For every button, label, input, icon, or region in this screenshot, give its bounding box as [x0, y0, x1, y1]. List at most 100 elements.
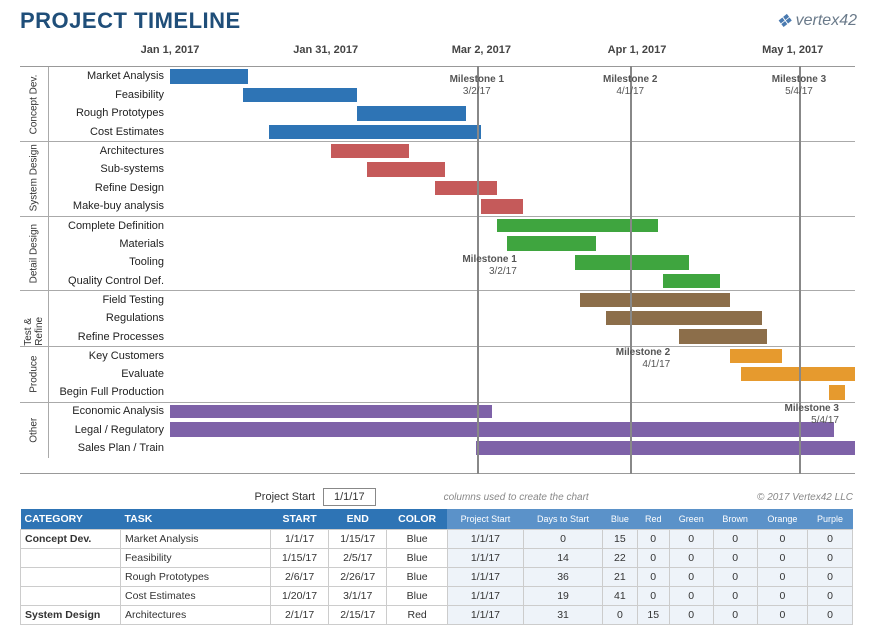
table-cell[interactable]: 0 — [807, 568, 852, 587]
milestone-line — [630, 66, 632, 474]
table-cell[interactable]: Concept Dev. — [21, 530, 121, 549]
task-row: Make-buy analysis — [20, 197, 855, 216]
table-cell[interactable]: Architectures — [121, 606, 271, 625]
table-cell[interactable]: Blue — [387, 549, 448, 568]
gantt-bar — [357, 106, 466, 121]
table-cell[interactable]: 0 — [807, 587, 852, 606]
table-cell[interactable] — [21, 549, 121, 568]
table-cell[interactable]: 19 — [523, 587, 602, 606]
table-subheader: Green — [669, 509, 713, 530]
table-cell[interactable]: Market Analysis — [121, 530, 271, 549]
table-cell[interactable]: 0 — [713, 530, 757, 549]
table-cell[interactable]: Blue — [387, 568, 448, 587]
table-cell[interactable]: Cost Estimates — [121, 587, 271, 606]
table-cell[interactable]: 0 — [713, 549, 757, 568]
table-cell[interactable]: 1/1/17 — [447, 606, 523, 625]
table-cell[interactable]: 1/1/17 — [447, 549, 523, 568]
gantt-bar — [741, 367, 855, 382]
table-cell[interactable]: 0 — [669, 530, 713, 549]
gantt-bar — [507, 236, 595, 251]
table-cell[interactable]: 2/5/17 — [329, 549, 387, 568]
table-cell[interactable]: 22 — [603, 549, 637, 568]
task-row: Sub-systems — [20, 160, 855, 179]
task-label: Refine Processes — [20, 331, 170, 343]
table-cell[interactable]: 0 — [757, 587, 807, 606]
milestone-label-inline: Milestone 35/4/17 — [759, 403, 839, 427]
table-cell[interactable] — [21, 568, 121, 587]
table-cell[interactable]: 14 — [523, 549, 602, 568]
table-cell[interactable]: 0 — [757, 530, 807, 549]
table-cell[interactable]: 2/6/17 — [271, 568, 329, 587]
task-label: Market Analysis — [20, 70, 170, 82]
table-cell[interactable]: 2/26/17 — [329, 568, 387, 587]
table-cell[interactable]: 1/1/17 — [271, 530, 329, 549]
table-cell[interactable]: 0 — [523, 530, 602, 549]
table-cell[interactable]: 1/1/17 — [447, 530, 523, 549]
table-cell[interactable]: 0 — [713, 587, 757, 606]
table-cell[interactable]: 1/1/17 — [447, 587, 523, 606]
table-cell[interactable]: 2/15/17 — [329, 606, 387, 625]
table-cell[interactable]: 41 — [603, 587, 637, 606]
gantt-bar — [829, 385, 845, 400]
table-cell[interactable]: 0 — [637, 530, 669, 549]
table-cell[interactable]: 1/15/17 — [271, 549, 329, 568]
table-cell[interactable]: 1/15/17 — [329, 530, 387, 549]
table-cell[interactable]: 0 — [757, 568, 807, 587]
table-cell[interactable]: 0 — [637, 587, 669, 606]
table-cell[interactable]: 0 — [669, 606, 713, 625]
table-cell[interactable]: 0 — [669, 549, 713, 568]
date-tick: Mar 2, 2017 — [452, 44, 511, 56]
logo-icon: ❖ — [775, 11, 791, 32]
table-cell[interactable]: System Design — [21, 606, 121, 625]
gantt-chart: Jan 1, 2017Jan 31, 2017Mar 2, 2017Apr 1,… — [20, 44, 865, 474]
table-cell[interactable]: 21 — [603, 568, 637, 587]
table-cell[interactable]: 15 — [637, 606, 669, 625]
table-subheader: Days to Start — [523, 509, 602, 530]
table-cell[interactable]: 0 — [637, 549, 669, 568]
table-cell[interactable]: 0 — [713, 568, 757, 587]
data-table: CATEGORYTASKSTARTENDCOLORProject StartDa… — [20, 509, 853, 625]
task-row: Market Analysis — [20, 67, 855, 86]
table-cell[interactable]: Blue — [387, 530, 448, 549]
table-subheader: Purple — [807, 509, 852, 530]
table-cell[interactable]: 3/1/17 — [329, 587, 387, 606]
gantt-bar — [679, 329, 767, 344]
table-cell[interactable] — [21, 587, 121, 606]
table-cell[interactable]: 0 — [807, 530, 852, 549]
table-header: START — [271, 509, 329, 530]
table-cell[interactable]: Feasibility — [121, 549, 271, 568]
gantt-bar — [269, 125, 482, 140]
table-cell[interactable]: Rough Prototypes — [121, 568, 271, 587]
table-cell[interactable]: Red — [387, 606, 448, 625]
table-cell[interactable]: 36 — [523, 568, 602, 587]
table-cell[interactable]: 0 — [807, 549, 852, 568]
table-cell[interactable]: 0 — [603, 606, 637, 625]
table-cell[interactable]: 0 — [669, 587, 713, 606]
table-cell[interactable]: 0 — [713, 606, 757, 625]
table-cell[interactable]: 0 — [669, 568, 713, 587]
gantt-bar — [243, 88, 357, 103]
table-cell[interactable]: 1/1/17 — [447, 568, 523, 587]
table-cell[interactable]: 1/20/17 — [271, 587, 329, 606]
task-label: Legal / Regulatory — [20, 424, 170, 436]
table-cell[interactable]: 0 — [757, 606, 807, 625]
task-label: Regulations — [20, 312, 170, 324]
gantt-bar — [435, 181, 497, 196]
gantt-bar — [663, 274, 720, 289]
task-row: Cost Estimates — [20, 123, 855, 142]
table-cell[interactable]: 0 — [637, 568, 669, 587]
table-cell[interactable]: 15 — [603, 530, 637, 549]
table-cell[interactable]: 0 — [757, 549, 807, 568]
table-subheader: Blue — [603, 509, 637, 530]
table-cell[interactable]: Blue — [387, 587, 448, 606]
task-label: Field Testing — [20, 294, 170, 306]
gantt-bar — [331, 144, 409, 158]
table-cell[interactable]: 2/1/17 — [271, 606, 329, 625]
table-cell[interactable]: 0 — [807, 606, 852, 625]
task-row: Refine Processes — [20, 327, 855, 346]
table-header: END — [329, 509, 387, 530]
table-row: System DesignArchitectures2/1/172/15/17R… — [21, 606, 853, 625]
table-cell[interactable]: 31 — [523, 606, 602, 625]
task-row: Field Testing — [20, 290, 855, 309]
project-start-value[interactable]: 1/1/17 — [323, 488, 376, 506]
